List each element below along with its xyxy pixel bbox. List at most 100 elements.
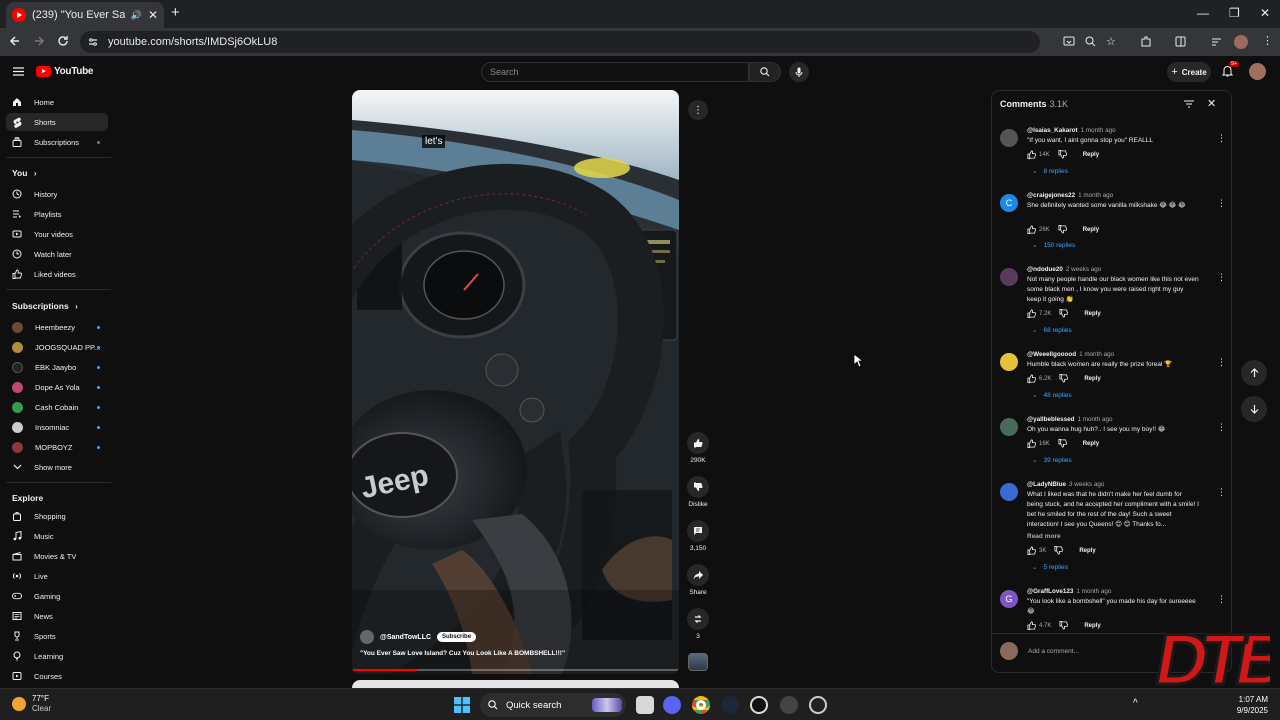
windows-start-icon[interactable] [454,697,470,713]
comment-author[interactable]: @yallbeblessed [1027,416,1074,423]
like-comment-icon[interactable] [1027,621,1036,630]
search-button[interactable] [749,62,781,82]
account-avatar[interactable] [1249,63,1266,80]
comment-menu-icon[interactable]: ⋮ [1217,422,1226,433]
commenter-avatar[interactable] [1000,353,1018,371]
commenter-avatar[interactable]: C [1000,194,1018,212]
like-comment-icon[interactable] [1027,309,1036,318]
comment-menu-icon[interactable]: ⋮ [1217,594,1226,605]
sidebar-sub-channel[interactable]: MOPBOYZ [6,438,108,456]
comment-author[interactable]: @GraffLove123 [1027,588,1073,595]
cast-icon[interactable] [1063,36,1075,47]
address-bar[interactable]: youtube.com/shorts/IMDSj6OkLU8 [80,31,1040,53]
sidebar-item-liked-videos[interactable]: Liked videos [6,265,108,283]
reply-button[interactable]: Reply [1079,548,1095,554]
reply-button[interactable]: Reply [1083,441,1099,447]
youtube-logo[interactable]: YouTube [36,66,94,77]
sidebar-item-live[interactable]: Live [6,567,108,585]
sidebar-item-history[interactable]: History [6,185,108,203]
shorts-video-player[interactable]: Jeep let's @SandTowLLC Subscribe "You Ev… [352,90,679,674]
tray-chevron-icon[interactable]: ^ [1133,698,1138,709]
close-comments-button[interactable]: ✕ [1207,97,1216,110]
sidebar-item-shopping[interactable]: Shopping [6,507,108,525]
comment-author[interactable]: @LadyNBlue [1027,481,1066,488]
next-short-preview[interactable] [352,680,679,688]
dislike-comment-icon[interactable] [1059,621,1069,630]
like-comment-icon[interactable] [1027,225,1036,234]
dislike-comment-icon[interactable] [1059,309,1069,318]
comment-author[interactable]: @Weeellgooood [1027,351,1076,358]
chrome-icon[interactable] [692,696,710,714]
view-replies-button[interactable]: ⌄ 5 replies [1032,563,1068,572]
comment-menu-icon[interactable]: ⋮ [1217,133,1226,144]
commenter-avatar[interactable] [1000,129,1018,147]
bookmark-star-icon[interactable]: ☆ [1106,35,1116,48]
like-button[interactable] [687,432,709,454]
new-tab-button[interactable]: + [171,4,180,21]
reply-button[interactable]: Reply [1084,376,1100,382]
read-more-link[interactable]: Read more [1027,533,1061,540]
notifications-button[interactable]: 9+ [1222,61,1240,77]
sidebar-item-news[interactable]: News [6,607,108,625]
dislike-comment-icon[interactable] [1058,439,1067,448]
sidebar-sub-channel[interactable]: Heembeezy [6,318,108,336]
zoom-icon[interactable] [1085,36,1096,47]
comment-author[interactable]: @craigejones22 [1027,192,1075,199]
app-icon[interactable] [780,696,798,714]
channel-avatar[interactable] [360,630,374,644]
app-icon[interactable] [750,696,768,714]
you-section-heading[interactable]: You › [12,168,36,178]
sidebar-sub-channel[interactable]: Cash Cobain [6,398,108,416]
dislike-comment-icon[interactable] [1058,225,1067,234]
voice-search-button[interactable] [789,62,809,82]
commenter-avatar[interactable] [1000,483,1018,501]
reply-button[interactable]: Reply [1084,311,1100,317]
view-replies-button[interactable]: ⌄ 8 replies [1032,167,1068,176]
sidebar-sub-channel[interactable]: EBK Jaaybo [6,358,108,376]
like-comment-icon[interactable] [1027,439,1036,448]
reply-button[interactable]: Reply [1084,623,1100,629]
comment-menu-icon[interactable]: ⋮ [1217,357,1226,368]
back-icon[interactable] [9,34,21,48]
sidebar-item-home[interactable]: Home [6,93,108,111]
subscribe-button[interactable]: Subscribe [437,632,477,642]
app-icon[interactable] [809,696,827,714]
hamburger-menu-icon[interactable] [13,67,24,76]
discord-icon[interactable] [663,696,681,714]
browser-menu-icon[interactable]: ⋮ [1262,34,1273,47]
comment-author[interactable]: @Isaias_Kakarot [1027,127,1078,134]
sidebar-item-music[interactable]: Music [6,527,108,545]
previous-short-button[interactable] [1241,360,1267,386]
like-comment-icon[interactable] [1027,546,1036,555]
sidebar-item-subscriptions[interactable]: Subscriptions [6,133,108,151]
sidebar-sub-channel[interactable]: JOOGSQUAD PP... [6,338,108,356]
dislike-comment-icon[interactable] [1058,150,1067,159]
dislike-button[interactable] [687,476,709,498]
commenter-avatar[interactable] [1000,418,1018,436]
reply-button[interactable]: Reply [1083,227,1099,233]
search-input[interactable]: Search [481,62,749,82]
like-comment-icon[interactable] [1027,150,1036,159]
sidebar-sub-channel[interactable]: Dope As Yola [6,378,108,396]
sidebar-item-learning[interactable]: Learning [6,647,108,665]
subscriptions-section-heading[interactable]: Subscriptions › [12,301,78,311]
comment-menu-icon[interactable]: ⋮ [1217,198,1226,209]
like-comment-icon[interactable] [1027,374,1036,383]
commenter-avatar[interactable]: G [1000,590,1018,608]
view-replies-button[interactable]: ⌄ 48 replies [1032,391,1072,400]
profile-avatar[interactable] [1234,35,1248,49]
video-progress-bar[interactable] [352,669,679,671]
forward-icon[interactable] [33,34,45,48]
sidebar-item-shorts[interactable]: Shorts [6,113,108,131]
split-view-icon[interactable] [1175,36,1186,47]
sidebar-item-your-videos[interactable]: Your videos [6,225,108,243]
site-info-icon[interactable] [88,37,98,47]
audio-icon[interactable]: 🔊 [131,10,142,21]
add-comment-box[interactable]: Add a comment... [1000,642,1079,660]
add-comment-input[interactable]: Add a comment... [1028,648,1079,655]
comments-button[interactable] [687,520,709,542]
create-button[interactable]: + Create [1167,62,1211,82]
taskbar-search[interactable]: Quick search [480,693,626,717]
extensions-icon[interactable] [1140,36,1151,47]
tab-close-button[interactable]: ✕ [148,8,158,22]
